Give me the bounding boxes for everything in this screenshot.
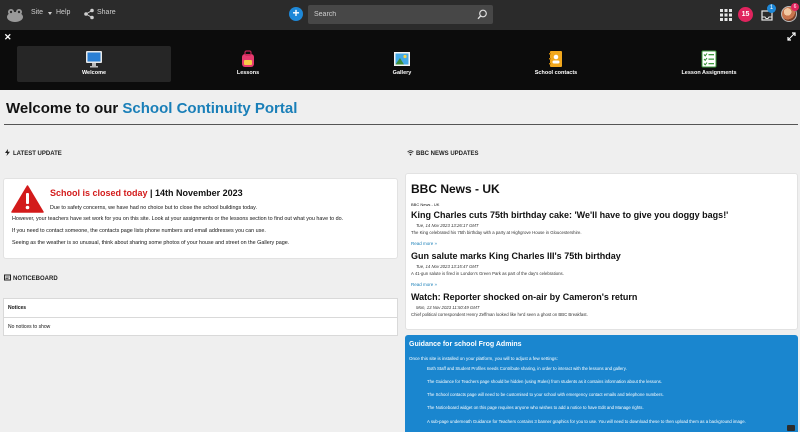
avatar-count-badge: 6: [791, 3, 799, 11]
nav-label: Lesson Assignments: [681, 70, 737, 76]
page-title: Welcome to our School Continuity Portal: [6, 100, 297, 117]
noticeboard-icon: [4, 274, 11, 281]
inbox-count-badge: 1: [767, 4, 776, 13]
chevron-down-icon: [48, 12, 52, 15]
add-button[interactable]: +: [289, 7, 303, 21]
feed-title: BBC News - UK: [411, 182, 500, 196]
wifi-icon: [407, 150, 414, 156]
top-bar: Site Help Share + 15 1 6: [0, 0, 800, 30]
bbc-news-feed: BBC News - UK BBC News - UK King Charles…: [405, 173, 798, 330]
table-row: No notices to show: [8, 324, 51, 330]
news-headline[interactable]: Watch: Reporter shocked on-air by Camero…: [411, 292, 637, 302]
guidance-item: Both Staff and Student Profiles needs Co…: [427, 366, 627, 371]
backpack-icon: [242, 50, 254, 67]
lightning-icon: [5, 149, 10, 156]
warning-icon: [11, 185, 44, 213]
expand-icon[interactable]: [787, 32, 796, 41]
monitor-icon: [86, 51, 102, 68]
page-title-accent: School Continuity Portal: [122, 100, 298, 117]
nav-item-lesson-assignments[interactable]: Lesson Assignments: [632, 46, 786, 82]
page-title-prefix: Welcome to our: [6, 100, 123, 117]
share-icon[interactable]: [83, 8, 95, 20]
site-navigation: ✕ Welcome Lessons Gallery School contact…: [0, 30, 800, 90]
feed-subtitle: BBC News - UK: [411, 202, 440, 207]
guidance-title: Guidance for school Frog Admins: [409, 341, 522, 348]
latest-update-card: School is closed today | 14th November 2…: [3, 178, 398, 259]
guidance-intro: Once this site is installed on your plat…: [409, 356, 558, 361]
closure-status: School is closed today: [50, 188, 148, 198]
search-input[interactable]: [314, 9, 474, 20]
contacts-book-icon: [549, 51, 562, 67]
update-line: If you need to contact someone, the cont…: [12, 228, 266, 234]
read-more-link[interactable]: Read more »: [411, 241, 437, 246]
update-line: However, your teachers have set work for…: [12, 216, 344, 222]
search-icon[interactable]: [477, 9, 488, 20]
guidance-item: The Guidance for Teachers page should be…: [427, 379, 662, 384]
nav-item-lessons[interactable]: Lessons: [171, 46, 325, 82]
apps-grid-icon[interactable]: [720, 9, 732, 21]
frog-logo-icon[interactable]: [6, 8, 24, 22]
guidance-item: The School contacts page will need to be…: [427, 392, 664, 397]
news-headline[interactable]: Gun salute marks King Charles III's 75th…: [411, 251, 621, 261]
nav-item-gallery[interactable]: Gallery: [325, 46, 479, 82]
notifications-badge[interactable]: 15: [738, 7, 753, 22]
latest-update-heading: LATEST UPDATE: [4, 149, 62, 157]
news-date: Tue, 14 Nov 2023 13:26:17 GMT: [416, 223, 479, 228]
nav-label: School contacts: [534, 70, 578, 76]
gallery-icon: [394, 52, 410, 66]
nav-label: Lessons: [236, 70, 260, 76]
latest-update-heading-text: LATEST UPDATE: [13, 151, 62, 157]
nav-label: Gallery: [392, 70, 412, 76]
news-description: The King celebrated his 75th birthday wi…: [411, 230, 582, 235]
nav-item-welcome[interactable]: Welcome: [17, 46, 171, 82]
noticeboard-heading-text: NOTICEBOARD: [13, 276, 58, 282]
read-more-link[interactable]: Read more »: [411, 282, 437, 287]
resize-handle-icon[interactable]: [787, 425, 795, 431]
news-date: Mon, 13 Nov 2023 11:50:49 GMT: [416, 305, 480, 310]
nav-item-school-contacts[interactable]: School contacts: [479, 46, 633, 82]
site-menu[interactable]: Site: [31, 9, 43, 16]
guidance-panel: Guidance for school Frog Admins Once thi…: [405, 335, 798, 432]
close-icon[interactable]: ✕: [4, 32, 12, 43]
update-line: Seeing as the weather is so unusual, thi…: [12, 240, 290, 246]
guidance-item: The Noticeboard widget on this page requ…: [427, 405, 644, 410]
closure-date: | 14th November 2023: [147, 188, 243, 198]
noticeboard-heading: NOTICEBOARD: [4, 274, 58, 282]
news-description: Chief political correspondent Henry Zeff…: [411, 312, 588, 317]
share-link[interactable]: Share: [97, 9, 116, 16]
news-date: Tue, 14 Nov 2023 13:15:47 GMT: [416, 264, 479, 269]
news-description: A 41-gun salute is fired in London's Gre…: [411, 271, 564, 276]
help-link[interactable]: Help: [56, 9, 70, 16]
update-line: Due to safety concerns, we have had no c…: [50, 205, 257, 211]
checklist-icon: [701, 50, 717, 68]
bbc-news-heading-text: BBC NEWS UPDATES: [416, 151, 479, 157]
nav-label: Welcome: [81, 70, 107, 76]
guidance-item: A sub-page underneath Guidance for Teach…: [427, 419, 746, 424]
table-header: Notices: [4, 299, 397, 318]
noticeboard-table: Notices No notices to show: [3, 298, 398, 336]
search-box: [308, 5, 493, 24]
divider: [4, 124, 798, 125]
closure-notice: School is closed today | 14th November 2…: [50, 188, 243, 198]
news-headline[interactable]: King Charles cuts 75th birthday cake: 'W…: [411, 210, 728, 220]
bbc-news-heading: BBC NEWS UPDATES: [407, 149, 479, 157]
